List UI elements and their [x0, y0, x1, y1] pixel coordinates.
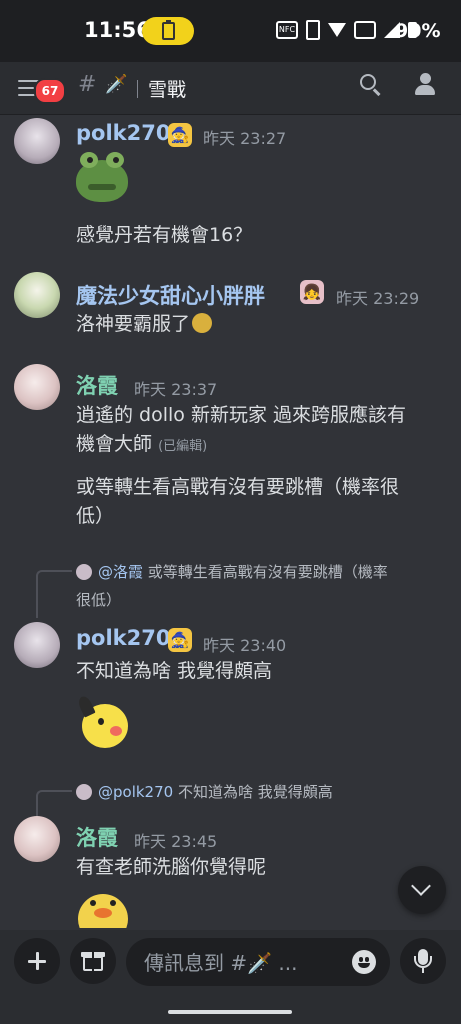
- timestamp: 昨天 23:40: [203, 636, 287, 655]
- message-text-line: 低）: [76, 505, 115, 527]
- reply-text-line: 或等轉生看高戰有沒有要跳槽（機率: [147, 563, 388, 581]
- volte-icon: [354, 21, 376, 39]
- reply-text-line: 很低）: [76, 591, 122, 609]
- message-list[interactable]: polk270 🧙 昨天 23:27 感覺丹若有機會16？ 魔法少女甜心小胖胖 …: [0, 114, 461, 930]
- reply-preview[interactable]: @polk270 不知道為啥 我覺得頗高: [98, 780, 438, 804]
- channel-emoji: 🗡️: [105, 74, 128, 95]
- message-text-line: 逍遙的 dollo 新新玩家 過來跨服應該有: [76, 404, 406, 426]
- message-text: 不知道為啥 我覺得頗高: [76, 660, 273, 682]
- unread-badge: 67: [34, 78, 66, 104]
- wifi-icon: [328, 23, 346, 37]
- avatar[interactable]: [14, 272, 60, 318]
- message-text: 感覺丹若有機會16？: [76, 224, 253, 246]
- frog-sticker[interactable]: [74, 152, 130, 204]
- home-indicator[interactable]: [168, 1010, 292, 1014]
- role-badge-icon: 🧙: [168, 123, 192, 147]
- avatar[interactable]: [14, 622, 60, 668]
- message-input[interactable]: [142, 938, 326, 988]
- reply-preview[interactable]: @洛霞 或等轉生看高戰有沒有要跳槽（機率: [98, 560, 438, 584]
- message-text-line: 機會大師: [76, 433, 153, 455]
- bee-emoji-icon: [192, 313, 213, 333]
- reply-connector: [36, 570, 72, 618]
- search-icon[interactable]: [358, 72, 384, 98]
- jump-to-latest-button[interactable]: [398, 866, 446, 914]
- status-bar: 11:56 NFC 90%: [0, 0, 461, 62]
- avatar[interactable]: [14, 816, 60, 862]
- author-name[interactable]: 洛霞: [76, 822, 118, 852]
- members-icon[interactable]: [412, 71, 440, 99]
- timestamp: 昨天 23:45: [134, 832, 218, 851]
- timestamp: 昨天 23:29: [336, 289, 420, 308]
- edited-label: (已編輯): [158, 439, 208, 454]
- role-badge-icon: 👧: [300, 280, 324, 304]
- nfc-icon: NFC: [276, 21, 298, 39]
- emoji-picker-icon[interactable]: [352, 950, 376, 974]
- avatar[interactable]: [14, 364, 60, 410]
- battery-saver-icon: [142, 17, 194, 45]
- message-text-content: 洛神要霸服了: [76, 313, 191, 335]
- author-name[interactable]: 魔法少女甜心小胖胖: [76, 280, 265, 310]
- clock: 11:56: [84, 18, 151, 42]
- timestamp: 昨天 23:27: [203, 129, 287, 148]
- role-badge-icon: 🧙: [168, 628, 192, 652]
- vibrate-icon: [306, 20, 320, 40]
- channel-name[interactable]: 雪戰: [148, 75, 186, 102]
- plus-icon[interactable]: [14, 938, 60, 984]
- avatar[interactable]: [14, 118, 60, 164]
- author-name[interactable]: 洛霞: [76, 370, 118, 400]
- timestamp: 昨天 23:37: [134, 380, 218, 399]
- author-name[interactable]: polk270: [76, 626, 170, 650]
- message-text: 或等轉生看高戰有沒有要跳槽（機率很 低）: [76, 473, 399, 531]
- reply-author: @polk270: [98, 783, 174, 801]
- reply-avatar: [76, 564, 92, 580]
- gift-icon[interactable]: [70, 938, 116, 984]
- message-composer: [0, 930, 461, 1024]
- chevron-down-icon: [411, 876, 431, 896]
- author-name[interactable]: polk270: [76, 121, 170, 145]
- message-text: 逍遙的 dollo 新新玩家 過來跨服應該有 機會大師 (已編輯): [76, 401, 406, 461]
- microphone-icon[interactable]: [400, 938, 446, 984]
- chick-sticker[interactable]: [76, 892, 130, 928]
- battery-percent: 90%: [395, 20, 441, 42]
- message-text: 有查老師洗腦你覺得呢: [76, 856, 267, 878]
- reply-avatar: [76, 784, 92, 800]
- reply-connector: [36, 790, 72, 816]
- divider: [137, 80, 138, 98]
- reply-author: @洛霞: [98, 563, 144, 581]
- reply-text-line: 不知道為啥 我覺得頗高: [177, 783, 333, 801]
- pikachu-sticker[interactable]: [76, 694, 134, 750]
- text-channel-locked-icon: #: [78, 72, 97, 97]
- message-input-wrapper[interactable]: [126, 938, 390, 988]
- message-text-line: 或等轉生看高戰有沒有要跳槽（機率很: [76, 476, 400, 498]
- channel-header: 67 # 🗡️ 雪戰: [0, 62, 461, 115]
- message-text: 洛神要霸服了: [76, 310, 213, 339]
